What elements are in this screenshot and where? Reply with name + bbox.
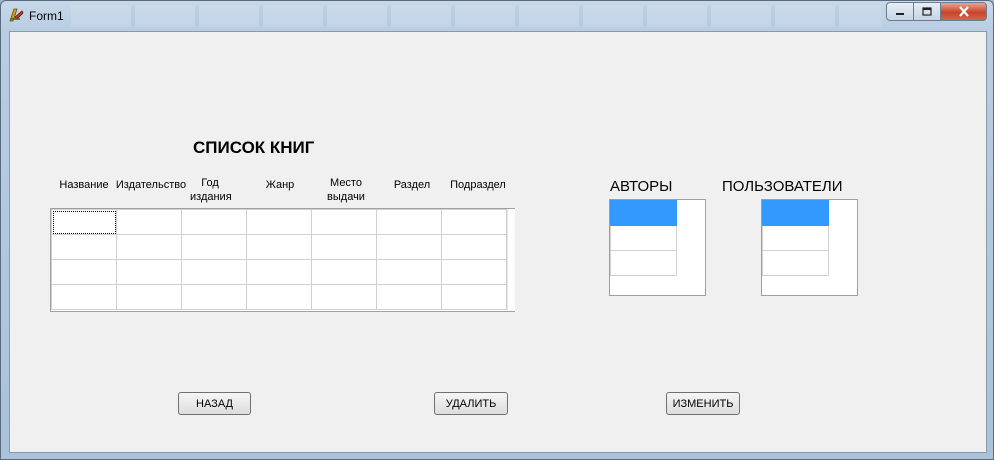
grid-cell[interactable] xyxy=(311,259,377,285)
grid-cell[interactable] xyxy=(376,259,442,285)
column-header-issue-place: Место выдачи xyxy=(327,177,365,203)
grid-cell[interactable] xyxy=(762,225,829,251)
grid-cell[interactable] xyxy=(246,259,312,285)
grid-cell[interactable] xyxy=(116,209,182,235)
grid-cell[interactable] xyxy=(610,250,677,276)
users-grid-table xyxy=(762,200,829,276)
grid-cell[interactable] xyxy=(116,259,182,285)
minimize-icon xyxy=(896,12,904,15)
books-grid[interactable] xyxy=(50,208,515,312)
authors-grid[interactable] xyxy=(609,199,706,296)
close-icon xyxy=(958,6,969,17)
table-row xyxy=(762,225,829,251)
delete-button[interactable]: УДАЛИТЬ xyxy=(434,392,508,415)
grid-cell[interactable] xyxy=(181,234,247,260)
window-title: Form1 xyxy=(29,9,64,23)
column-header-genre: Жанр xyxy=(265,179,295,191)
blurred-background xyxy=(71,5,881,27)
table-row xyxy=(610,200,677,226)
authors-grid-table xyxy=(610,200,677,276)
minimize-button[interactable] xyxy=(886,2,913,21)
column-header-name: Название xyxy=(59,179,109,191)
grid-cell[interactable] xyxy=(441,234,507,260)
grid-cell[interactable] xyxy=(311,234,377,260)
grid-cell[interactable] xyxy=(246,209,312,235)
table-row xyxy=(51,259,507,285)
table-row xyxy=(51,209,507,235)
table-row xyxy=(51,284,507,310)
table-row xyxy=(762,250,829,276)
grid-cell[interactable] xyxy=(116,234,182,260)
grid-cell[interactable] xyxy=(246,284,312,310)
table-row xyxy=(51,234,507,260)
grid-cell-selected[interactable] xyxy=(762,200,829,226)
grid-cell[interactable] xyxy=(441,259,507,285)
grid-cell[interactable] xyxy=(376,284,442,310)
table-row xyxy=(610,225,677,251)
column-header-section: Раздел xyxy=(393,179,431,191)
grid-cell[interactable] xyxy=(246,234,312,260)
grid-cell[interactable] xyxy=(610,225,677,251)
grid-right-edge xyxy=(507,209,515,311)
grid-cell[interactable] xyxy=(376,234,442,260)
close-button[interactable] xyxy=(940,2,987,21)
back-button[interactable]: НАЗАД xyxy=(178,392,251,415)
grid-cell[interactable] xyxy=(441,284,507,310)
books-grid-table xyxy=(51,209,507,310)
grid-cell[interactable] xyxy=(376,209,442,235)
app-icon xyxy=(9,8,24,22)
grid-cell[interactable] xyxy=(181,259,247,285)
grid-cell-selected[interactable] xyxy=(610,200,677,226)
column-header-year: Год издания xyxy=(190,177,232,203)
grid-cell[interactable] xyxy=(441,209,507,235)
edit-button[interactable]: ИЗМЕНИТЬ xyxy=(666,392,740,415)
grid-cell[interactable] xyxy=(51,209,117,235)
column-header-subsection: Подраздел xyxy=(450,179,506,191)
maximize-button[interactable] xyxy=(913,2,940,21)
authors-title: АВТОРЫ xyxy=(610,178,673,195)
table-row xyxy=(610,250,677,276)
main-window: Form1 СПИСОК КНИГ Название Издательство … xyxy=(0,0,994,460)
table-row xyxy=(762,200,829,226)
grid-cell[interactable] xyxy=(51,284,117,310)
grid-cell[interactable] xyxy=(51,234,117,260)
users-grid[interactable] xyxy=(761,199,858,296)
books-list-title: СПИСОК КНИГ xyxy=(193,138,315,157)
maximize-icon xyxy=(922,7,932,16)
grid-cell[interactable] xyxy=(762,250,829,276)
grid-cell[interactable] xyxy=(311,284,377,310)
grid-cell[interactable] xyxy=(181,284,247,310)
grid-cell[interactable] xyxy=(181,209,247,235)
grid-cell[interactable] xyxy=(116,284,182,310)
grid-cell[interactable] xyxy=(311,209,377,235)
title-bar[interactable]: Form1 xyxy=(1,1,993,31)
grid-cell[interactable] xyxy=(51,259,117,285)
form-client-area: СПИСОК КНИГ Название Издательство Год изд… xyxy=(9,31,987,453)
column-header-publisher: Издательство xyxy=(115,179,187,191)
caption-buttons xyxy=(886,2,987,21)
users-title: ПОЛЬЗОВАТЕЛИ xyxy=(722,178,843,195)
